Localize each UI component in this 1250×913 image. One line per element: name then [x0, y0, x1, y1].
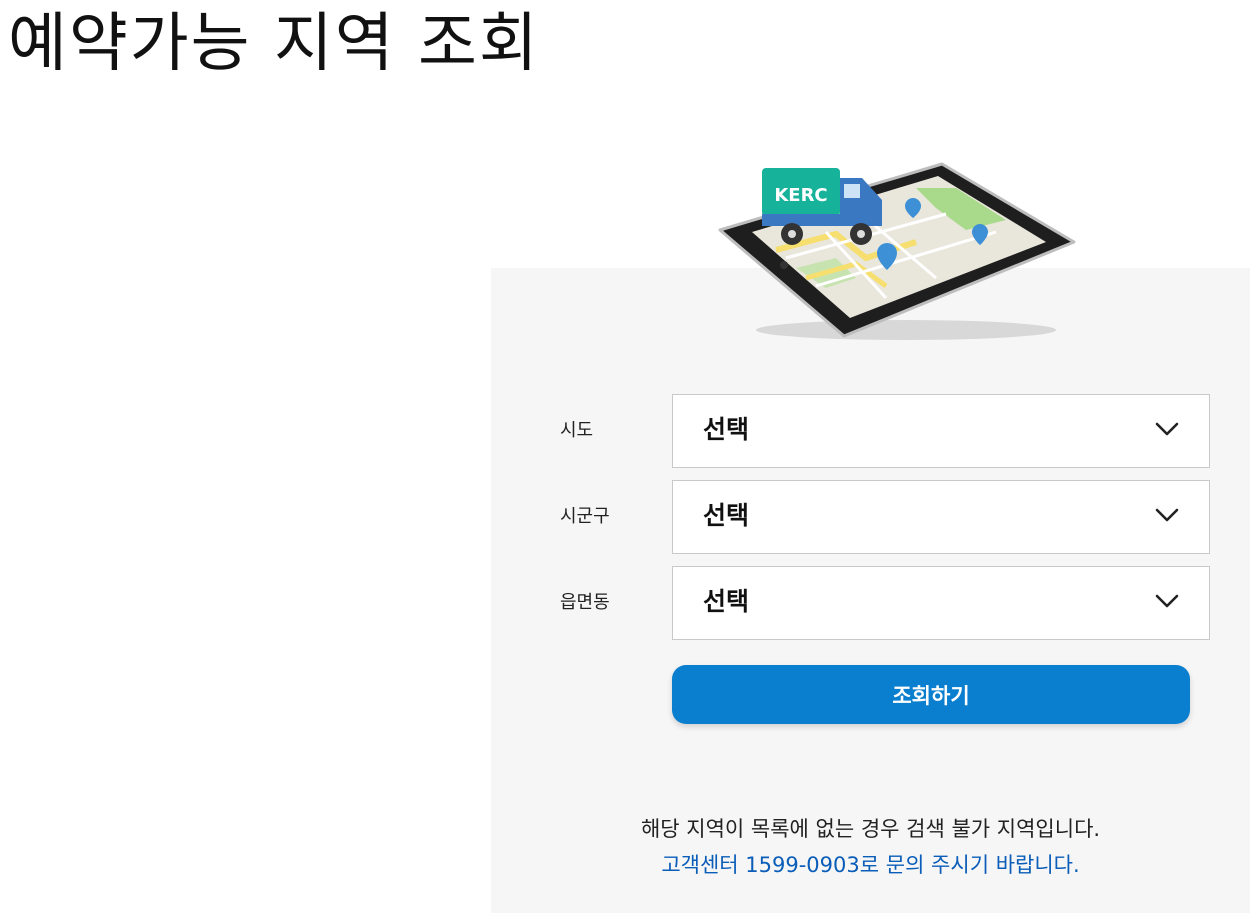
sigungu-row: 시군구 선택: [491, 480, 1250, 554]
sigungu-label: 시군구: [560, 506, 610, 527]
sigungu-select-value: 선택: [703, 501, 750, 530]
search-button[interactable]: 조회하기: [672, 665, 1190, 724]
chevron-down-icon: [1155, 594, 1179, 608]
customer-center-notice: 고객센터 1599-0903로 문의 주시기 바랍니다.: [661, 853, 1080, 877]
search-panel: 시도 선택 시군구 선택 읍면동 선택 조회하기 해당 지역이 목록에 없는 경…: [491, 268, 1250, 913]
chevron-down-icon: [1155, 422, 1179, 436]
eupmyeondong-label: 읍면동: [560, 592, 610, 613]
sido-select[interactable]: 선택: [672, 394, 1210, 468]
sigungu-select[interactable]: 선택: [672, 480, 1210, 554]
truck-label: KERC: [774, 185, 827, 206]
chevron-down-icon: [1155, 508, 1179, 522]
eupmyeondong-select-value: 선택: [703, 587, 750, 616]
page-title: 예약가능 지역 조회: [8, 7, 540, 81]
eupmyeondong-select[interactable]: 선택: [672, 566, 1210, 640]
eupmyeondong-row: 읍면동 선택: [491, 566, 1250, 640]
sido-label: 시도: [560, 420, 594, 441]
sido-select-value: 선택: [703, 415, 750, 444]
tablet-map-truck-illustration: KERC: [718, 162, 1076, 340]
sido-row: 시도 선택: [491, 394, 1250, 468]
notice-text: 해당 지역이 목록에 없는 경우 검색 불가 지역입니다.: [640, 817, 1101, 841]
